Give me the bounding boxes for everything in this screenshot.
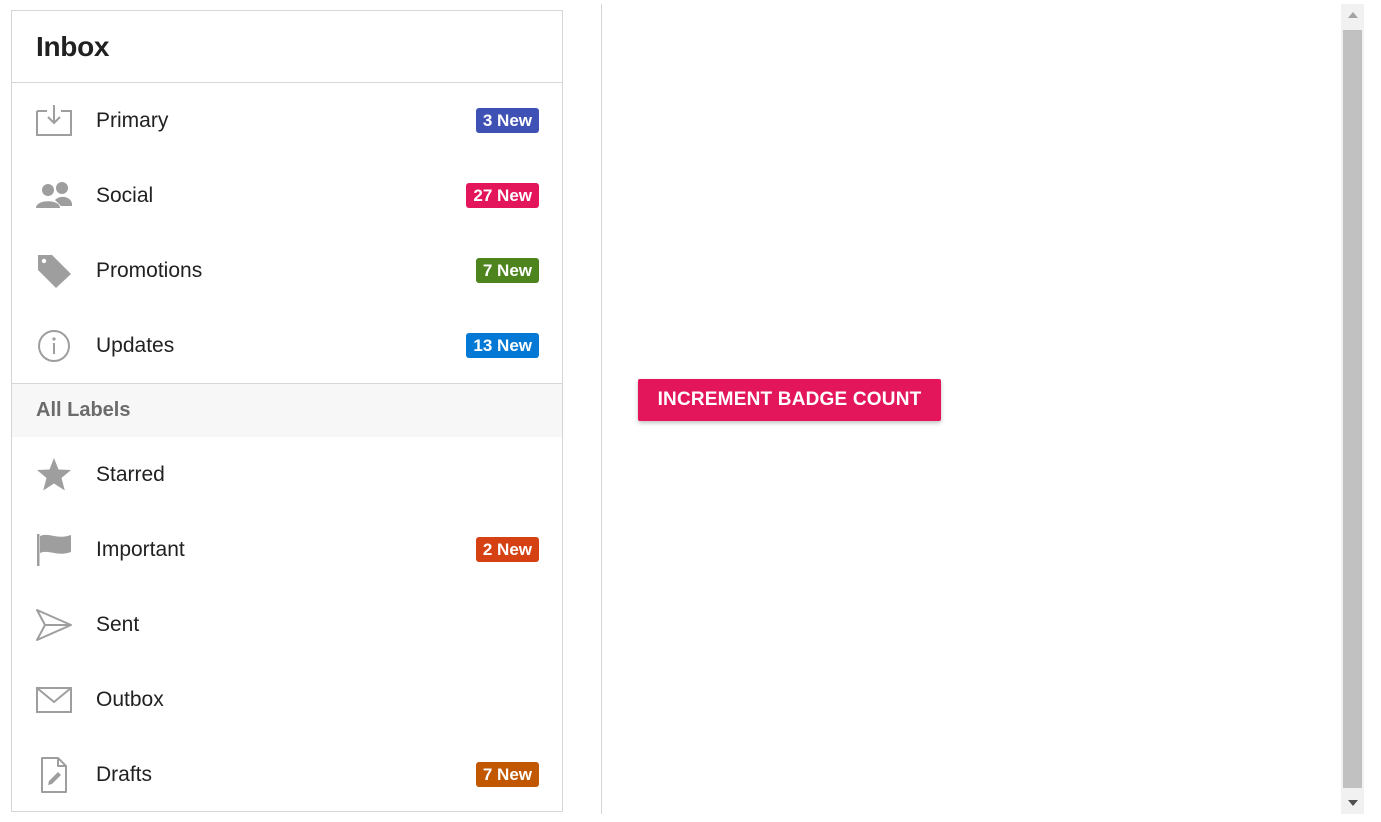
- item-label: Primary: [96, 108, 169, 132]
- badge-updates: 13 New: [466, 333, 539, 358]
- item-label: Important: [96, 537, 185, 561]
- item-label: Drafts: [96, 762, 153, 786]
- envelope-icon: [34, 682, 74, 718]
- list-item-social[interactable]: Social 27 New: [12, 158, 562, 233]
- star-icon: [34, 457, 74, 493]
- list-item-sent[interactable]: Sent: [12, 587, 562, 662]
- list-item-promotions[interactable]: Promotions 7 New: [12, 233, 562, 308]
- scroll-down-arrow-icon[interactable]: [1341, 792, 1364, 814]
- inbox-download-icon: [34, 103, 74, 139]
- inbox-list: Primary 3 New Social 27 New Promotions 7…: [12, 83, 562, 383]
- list-item-starred[interactable]: Starred: [12, 437, 562, 512]
- increment-badge-count-button[interactable]: INCREMENT BADGE COUNT: [638, 379, 941, 421]
- panel-title: Inbox: [36, 30, 110, 62]
- item-label: Updates: [96, 333, 175, 357]
- send-icon: [34, 607, 74, 643]
- labels-list: Starred Important 2 New Sent Outbox Draf…: [12, 437, 562, 812]
- info-icon: [34, 328, 74, 364]
- panel-header: Inbox: [12, 11, 562, 83]
- item-label: Promotions: [96, 258, 203, 282]
- list-item-updates[interactable]: Updates 13 New: [12, 308, 562, 383]
- badge-promotions: 7 New: [475, 258, 539, 283]
- item-label: Starred: [96, 462, 165, 486]
- inbox-panel: Inbox Primary 3 New Social 27 New Promot…: [11, 10, 563, 812]
- badge-social: 27 New: [466, 183, 539, 208]
- badge-primary: 3 New: [475, 108, 539, 133]
- list-item-important[interactable]: Important 2 New: [12, 512, 562, 587]
- list-item-outbox[interactable]: Outbox: [12, 662, 562, 737]
- scrollbar-thumb[interactable]: [1343, 30, 1362, 788]
- list-item-primary[interactable]: Primary 3 New: [12, 83, 562, 158]
- tag-icon: [34, 253, 74, 289]
- item-label: Outbox: [96, 687, 164, 711]
- content-divider: [601, 4, 602, 814]
- badge-important: 2 New: [475, 537, 539, 562]
- badge-drafts: 7 New: [475, 762, 539, 787]
- item-label: Sent: [96, 612, 140, 636]
- list-item-drafts[interactable]: Drafts 7 New: [12, 737, 562, 812]
- draft-file-icon: [34, 756, 74, 793]
- all-labels-header: All Labels: [12, 384, 562, 437]
- scroll-up-arrow-icon[interactable]: [1341, 4, 1364, 26]
- people-icon: [34, 178, 74, 214]
- vertical-scrollbar[interactable]: [1341, 4, 1364, 814]
- flag-icon: [34, 532, 74, 568]
- item-label: Social: [96, 183, 154, 207]
